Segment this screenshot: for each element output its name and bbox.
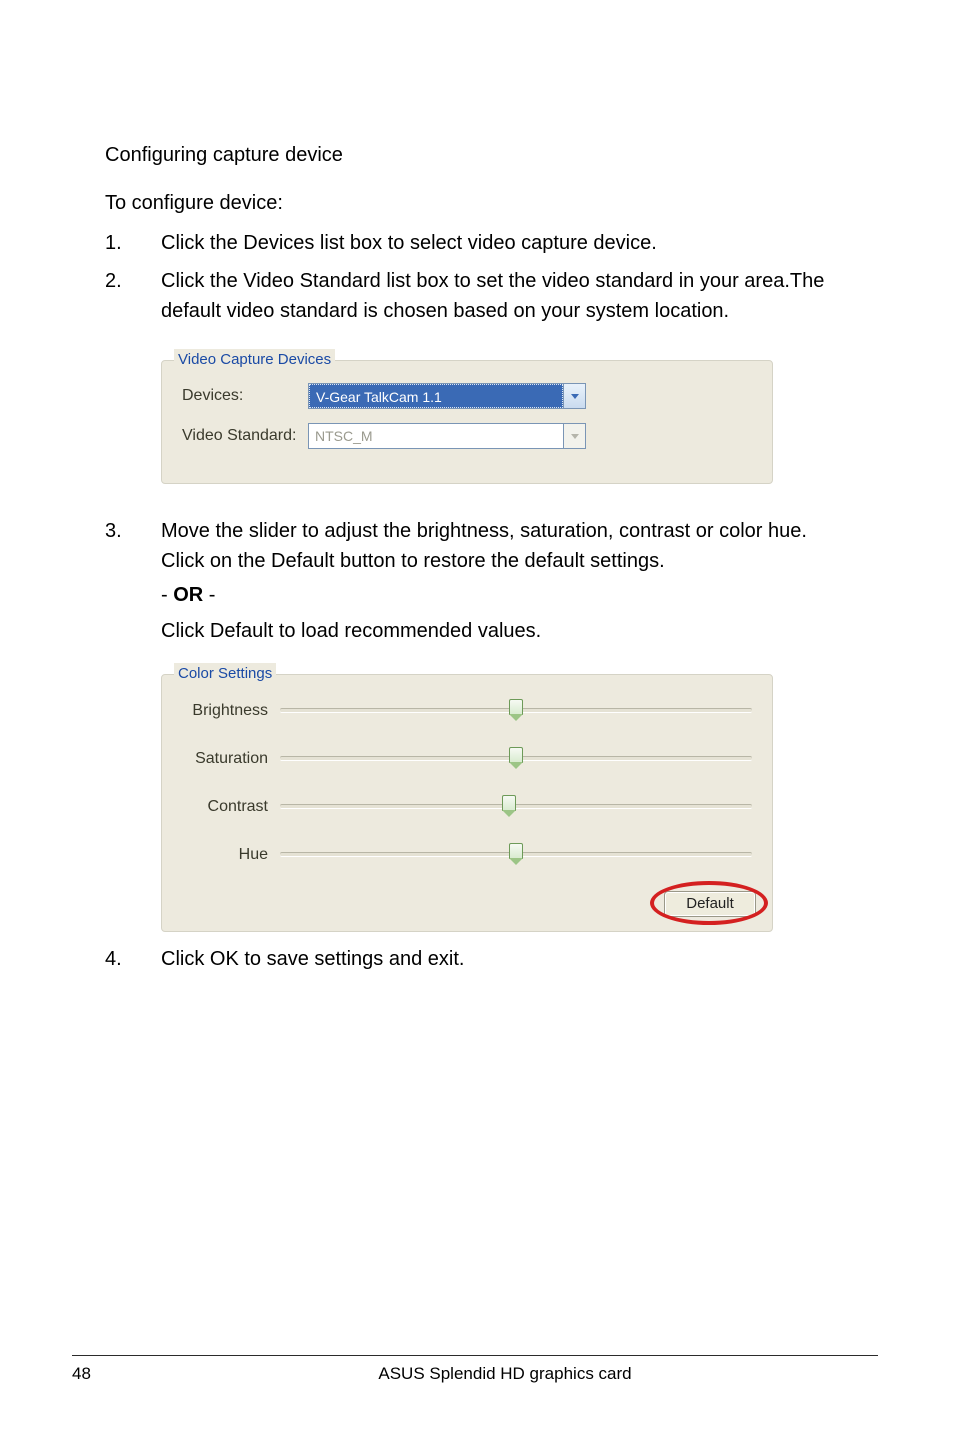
chevron-down-icon (571, 434, 579, 439)
brightness-slider[interactable] (280, 699, 752, 723)
step-4: 4. Click OK to save settings and exit. (105, 944, 849, 974)
video-standard-row: Video Standard: NTSC_M (182, 423, 772, 449)
step-number: 2. (105, 266, 133, 326)
step-text: Move the slider to adjust the brightness… (161, 516, 849, 646)
step-text: Click the Devices list box to select vid… (161, 228, 849, 258)
brightness-row: Brightness (172, 699, 752, 723)
default-button-wrap: Default (664, 891, 756, 917)
step-text: Click OK to save settings and exit. (161, 944, 849, 974)
video-standard-value: NTSC_M (309, 424, 563, 448)
step-3: 3. Move the slider to adjust the brightn… (105, 516, 849, 646)
devices-value: V-Gear TalkCam 1.1 (309, 384, 563, 408)
devices-combobox[interactable]: V-Gear TalkCam 1.1 (308, 383, 586, 409)
brightness-label: Brightness (172, 699, 280, 723)
step-1: 1. Click the Devices list box to select … (105, 228, 849, 258)
video-standard-dropdown-button[interactable] (563, 424, 585, 448)
step-text: Click the Video Standard list box to set… (161, 266, 849, 326)
step-number: 1. (105, 228, 133, 258)
groupbox-legend: Color Settings (174, 663, 276, 686)
step-number: 4. (105, 944, 133, 974)
or-line: - OR - (161, 580, 849, 610)
slider-thumb[interactable] (509, 699, 523, 723)
or-word: OR (173, 584, 203, 606)
hue-slider[interactable] (280, 843, 752, 867)
saturation-label: Saturation (172, 747, 280, 771)
devices-row: Devices: V-Gear TalkCam 1.1 (182, 383, 772, 409)
step-3-main: Move the slider to adjust the brightness… (161, 520, 807, 572)
video-standard-combobox[interactable]: NTSC_M (308, 423, 586, 449)
footer-text: ASUS Splendid HD graphics card (132, 1364, 878, 1384)
default-button[interactable]: Default (664, 891, 756, 917)
groupbox-legend: Video Capture Devices (174, 349, 335, 372)
contrast-row: Contrast (172, 795, 752, 819)
slider-thumb[interactable] (509, 843, 523, 867)
contrast-label: Contrast (172, 795, 280, 819)
or-suffix: - (203, 584, 215, 606)
slider-thumb[interactable] (502, 795, 516, 819)
page: Configuring capture device To configure … (0, 0, 954, 1438)
intro-text: To configure device: (105, 188, 849, 218)
video-capture-groupbox: Video Capture Devices Devices: V-Gear Ta… (161, 360, 773, 484)
saturation-slider[interactable] (280, 747, 752, 771)
color-settings-groupbox: Color Settings Brightness Saturation (161, 674, 773, 932)
footer-divider (72, 1355, 878, 1356)
chevron-down-icon (571, 394, 579, 399)
step-3-alt: Click Default to load recommended values… (161, 616, 849, 646)
hue-row: Hue (172, 843, 752, 867)
video-standard-label: Video Standard: (182, 424, 308, 448)
page-number: 48 (72, 1364, 132, 1384)
page-footer: 48 ASUS Splendid HD graphics card (72, 1364, 878, 1384)
contrast-slider[interactable] (280, 795, 752, 819)
content: Configuring capture device To configure … (105, 140, 849, 974)
hue-label: Hue (172, 843, 280, 867)
devices-dropdown-button[interactable] (563, 384, 585, 408)
slider-thumb[interactable] (509, 747, 523, 771)
step-number: 3. (105, 516, 133, 646)
step-2: 2. Click the Video Standard list box to … (105, 266, 849, 326)
or-prefix: - (161, 584, 173, 606)
saturation-row: Saturation (172, 747, 752, 771)
slider-rail (280, 804, 752, 809)
devices-label: Devices: (182, 384, 308, 408)
section-heading: Configuring capture device (105, 140, 849, 170)
